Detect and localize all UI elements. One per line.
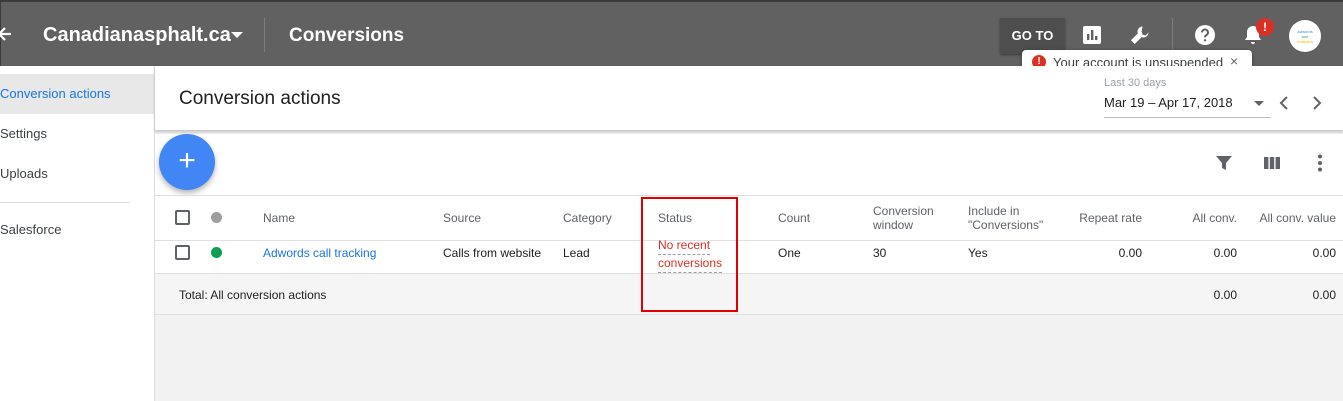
cell-all-conv-value: 0.00 xyxy=(1312,246,1336,260)
account-name[interactable]: Canadianasphalt.ca xyxy=(43,24,231,47)
column-header-line: window xyxy=(873,218,914,232)
column-header-line: Include in xyxy=(968,204,1020,218)
totals-all-conv-value: 0.00 xyxy=(1312,288,1336,302)
reports-icon[interactable] xyxy=(1080,23,1104,47)
section-title: Conversion actions xyxy=(179,88,341,109)
row-checkbox[interactable] xyxy=(175,245,190,260)
column-header-repeat-rate[interactable]: Repeat rate xyxy=(1062,211,1142,225)
column-header-include[interactable]: Include in "Conversions" xyxy=(968,204,1043,232)
date-range-dropdown-icon[interactable] xyxy=(1254,101,1264,106)
status-header-dot xyxy=(211,212,222,223)
row-border xyxy=(155,240,1343,241)
enabled-status-dot[interactable] xyxy=(211,247,222,258)
account-dropdown-icon[interactable] xyxy=(231,32,243,38)
add-conversion-button[interactable]: + xyxy=(159,134,215,190)
columns-icon[interactable] xyxy=(1261,152,1283,174)
sidebar-item-salesforce[interactable]: Salesforce xyxy=(0,210,154,250)
totals-row: Total: All conversion actions 0.00 0.00 xyxy=(155,274,1343,315)
cell-include: Yes xyxy=(968,246,988,260)
cell-repeat-rate: 0.00 xyxy=(1118,246,1142,260)
sidebar: Conversion actions Settings Uploads Sale… xyxy=(0,66,155,401)
date-range-selector[interactable]: Mar 19 – Apr 17, 2018 xyxy=(1104,95,1233,110)
divider xyxy=(264,18,265,52)
column-header-all-conv-value[interactable]: All conv. value xyxy=(1242,211,1336,225)
divider xyxy=(1172,18,1173,52)
notification-badge: ! xyxy=(1256,18,1274,36)
sidebar-item-settings[interactable]: Settings xyxy=(0,114,154,154)
column-header-name[interactable]: Name xyxy=(263,211,295,225)
sidebar-divider xyxy=(0,202,130,203)
cell-source: Calls from website xyxy=(443,246,542,260)
avatar-text: Analytics xyxy=(1296,39,1313,44)
cell-category: Lead xyxy=(563,246,590,260)
chevron-right-icon[interactable] xyxy=(1308,93,1324,113)
help-icon[interactable] xyxy=(1193,23,1217,47)
status-highlight-box xyxy=(641,197,738,312)
chevron-left-icon[interactable] xyxy=(1277,93,1293,113)
date-range-label: Last 30 days xyxy=(1104,77,1167,89)
table-top-border xyxy=(155,195,1343,196)
back-arrow-icon[interactable] xyxy=(0,22,17,46)
column-header-count[interactable]: Count xyxy=(778,211,810,225)
cell-conversion-window: 30 xyxy=(873,246,887,260)
more-options-icon[interactable] xyxy=(1309,152,1331,174)
column-header-source[interactable]: Source xyxy=(443,211,481,225)
header-card: Conversion actions Last 30 days Mar 19 –… xyxy=(155,66,1343,130)
tools-wrench-icon[interactable] xyxy=(1128,23,1152,47)
column-header-conversion-window[interactable]: Conversion window xyxy=(873,204,934,232)
select-all-checkbox[interactable] xyxy=(175,210,190,225)
date-range-underline xyxy=(1104,117,1271,118)
column-header-line: "Conversions" xyxy=(968,218,1044,232)
conversion-name-link[interactable]: Adwords call tracking xyxy=(263,246,376,260)
sidebar-item-uploads[interactable]: Uploads xyxy=(0,154,154,194)
cell-all-conv: 0.00 xyxy=(1213,246,1237,260)
column-header-category[interactable]: Category xyxy=(563,211,612,225)
totals-all-conv: 0.00 xyxy=(1213,288,1237,302)
page-title: Conversions xyxy=(289,25,405,46)
filter-icon[interactable] xyxy=(1213,152,1235,174)
avatar[interactable]: Adwords and Analytics xyxy=(1289,20,1321,52)
cell-count: One xyxy=(778,246,801,260)
goto-button[interactable]: GO TO xyxy=(1000,18,1065,54)
sidebar-item-conversion-actions[interactable]: Conversion actions xyxy=(0,74,154,114)
column-header-all-conv[interactable]: All conv. xyxy=(1157,211,1237,225)
column-header-line: Conversion xyxy=(873,204,934,218)
totals-label: Total: All conversion actions xyxy=(179,288,327,302)
